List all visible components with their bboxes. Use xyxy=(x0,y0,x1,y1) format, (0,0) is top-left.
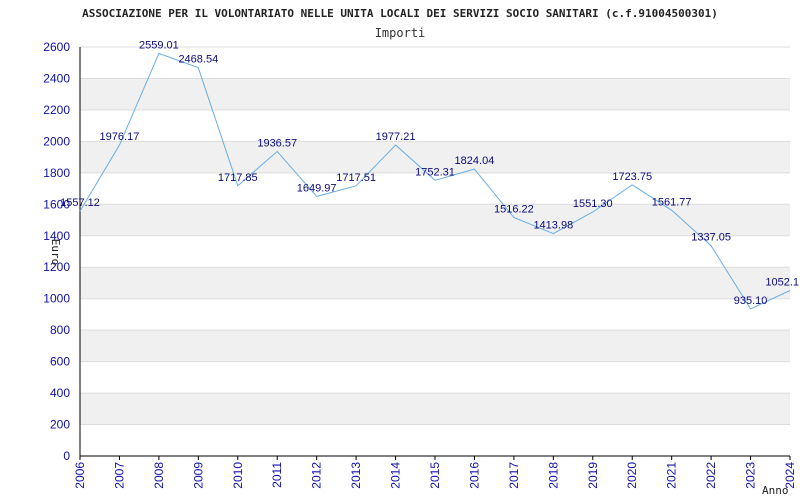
grid-band xyxy=(80,267,790,299)
y-tick-label: 800 xyxy=(50,323,70,337)
data-label: 1717.85 xyxy=(218,172,258,184)
y-axis-label: Euro xyxy=(49,239,62,266)
data-label: 2559.01 xyxy=(139,39,179,51)
data-label: 1516.22 xyxy=(494,203,534,215)
x-tick-label: 2010 xyxy=(231,462,245,489)
x-tick-label: 2015 xyxy=(428,462,442,489)
data-label: 1413.98 xyxy=(533,220,573,232)
chart-title: ASSOCIAZIONE PER IL VOLONTARIATO NELLE U… xyxy=(82,7,718,20)
chart-subtitle: Importi xyxy=(375,26,426,40)
y-tick-label: 0 xyxy=(63,449,70,463)
data-label: 1824.04 xyxy=(455,155,495,167)
data-label: 1052.1 xyxy=(765,276,799,288)
data-label: 1717.51 xyxy=(336,172,376,184)
y-tick-label: 2400 xyxy=(43,71,70,85)
x-tick-label: 2016 xyxy=(467,462,481,489)
data-label: 935.10 xyxy=(734,295,768,307)
x-tick-label: 2014 xyxy=(389,462,403,489)
data-label: 1551.30 xyxy=(573,198,613,210)
grid-band xyxy=(80,204,790,236)
x-tick-label: 2006 xyxy=(73,462,87,489)
y-tick-label: 200 xyxy=(50,418,70,432)
grid-band xyxy=(80,393,790,425)
grid-band xyxy=(80,330,790,362)
grid-band xyxy=(80,78,790,110)
data-label: 1649.97 xyxy=(297,182,337,194)
y-tick-label: 1800 xyxy=(43,166,70,180)
y-tick-label: 2000 xyxy=(43,134,70,148)
data-label: 1752.31 xyxy=(415,166,455,178)
x-tick-label: 2007 xyxy=(112,462,126,489)
data-label: 1337.05 xyxy=(691,232,731,244)
data-label: 2468.54 xyxy=(178,54,218,66)
data-label: 1976.17 xyxy=(100,131,140,143)
x-tick-label: 2012 xyxy=(310,462,324,489)
y-tick-label: 400 xyxy=(50,386,70,400)
x-tick-label: 2019 xyxy=(586,462,600,489)
data-label: 1723.75 xyxy=(612,171,652,183)
y-tick-label: 1000 xyxy=(43,292,70,306)
x-tick-label: 2013 xyxy=(349,462,363,489)
data-label: 1557.12 xyxy=(60,197,100,209)
y-tick-label: 2200 xyxy=(43,103,70,117)
data-label: 1561.77 xyxy=(652,196,692,208)
y-tick-label: 600 xyxy=(50,355,70,369)
x-tick-label: 2021 xyxy=(665,462,679,489)
x-tick-label: 2023 xyxy=(744,462,758,489)
x-tick-label: 2009 xyxy=(191,462,205,489)
x-tick-label: 2022 xyxy=(704,462,718,489)
background-bands xyxy=(80,78,790,425)
x-tick-label: 2018 xyxy=(546,462,560,489)
data-label: 1977.21 xyxy=(376,131,416,143)
x-tick-label: 2011 xyxy=(270,462,284,488)
data-label: 1936.57 xyxy=(257,137,297,149)
x-axis-label: Anno xyxy=(762,484,789,497)
x-tick-label: 2020 xyxy=(625,462,639,489)
x-tick-label: 2017 xyxy=(507,462,521,489)
x-axis-ticks: 2006 2007 2008 2009 2010 2011 2012 2013 2014 2015… xyxy=(73,456,797,489)
x-tick-label: 2008 xyxy=(152,462,166,489)
line-chart: ASSOCIAZIONE PER IL VOLONTARIATO NELLE U… xyxy=(43,7,799,497)
y-tick-label: 2600 xyxy=(43,40,70,54)
